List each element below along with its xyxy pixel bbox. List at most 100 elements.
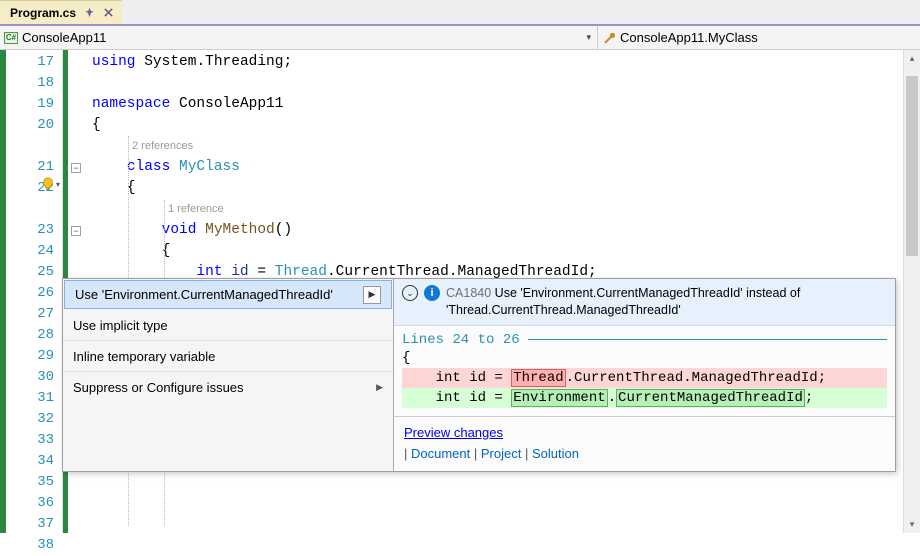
fold-slot bbox=[68, 514, 88, 535]
diff-removed-line: int id = Thread.CurrentThread.ManagedThr… bbox=[402, 368, 887, 388]
line-number: 28 bbox=[6, 325, 62, 346]
line-number: 37 bbox=[6, 514, 62, 535]
quick-actions-menu: Use 'Environment.CurrentManagedThreadId'… bbox=[63, 279, 393, 471]
scroll-up-button[interactable]: ▴ bbox=[904, 50, 920, 67]
line-number bbox=[6, 199, 62, 220]
preview-footer: Preview changes | Document | Project | S… bbox=[394, 416, 895, 471]
vertical-scrollbar[interactable]: ▴ ▾ bbox=[903, 50, 920, 533]
fold-slot: − bbox=[68, 220, 88, 241]
quick-action-label: Suppress or Configure issues bbox=[73, 380, 244, 395]
scope-document-link[interactable]: Document bbox=[411, 446, 470, 461]
chevron-down-circle-icon[interactable]: ⌄ bbox=[402, 285, 418, 301]
fold-slot bbox=[68, 241, 88, 262]
fix-scope-row: | Document | Project | Solution bbox=[404, 446, 885, 461]
fold-slot bbox=[68, 535, 88, 556]
code-line[interactable]: { bbox=[88, 178, 920, 199]
close-icon[interactable] bbox=[103, 7, 114, 18]
codelens-references[interactable]: 2 references bbox=[88, 136, 920, 157]
line-number: 32 bbox=[6, 409, 62, 430]
preview-header: ⌄ i CA1840 Use 'Environment.CurrentManag… bbox=[394, 279, 895, 326]
tab-filename: Program.cs bbox=[10, 6, 76, 20]
expand-preview-button[interactable]: ▶ bbox=[363, 286, 381, 304]
fold-toggle[interactable]: − bbox=[71, 226, 81, 236]
line-number: 31 bbox=[6, 388, 62, 409]
code-line[interactable] bbox=[88, 535, 920, 556]
quick-action-label: Inline temporary variable bbox=[73, 349, 215, 364]
line-number: 17 bbox=[6, 52, 62, 73]
pin-icon[interactable] bbox=[84, 7, 95, 18]
fold-slot bbox=[68, 136, 88, 157]
nav-scope-text: ConsoleApp11 bbox=[22, 30, 106, 45]
fold-slot: − bbox=[68, 157, 88, 178]
line-number: 27 bbox=[6, 304, 62, 325]
line-number: 36 bbox=[6, 493, 62, 514]
line-number: 30 bbox=[6, 367, 62, 388]
line-number-gutter: 1718192021222324252627282930313233343536… bbox=[6, 50, 63, 533]
line-number: 34 bbox=[6, 451, 62, 472]
diff-context: { bbox=[402, 348, 887, 368]
line-number: 38 bbox=[6, 535, 62, 556]
chevron-down-icon: ▾ bbox=[586, 32, 597, 43]
code-line[interactable] bbox=[88, 73, 920, 94]
class-icon bbox=[602, 31, 616, 45]
fold-slot bbox=[68, 493, 88, 514]
scope-solution-link[interactable]: Solution bbox=[532, 446, 579, 461]
preview-diff: Lines 24 to 26 { int id = Thread.Current… bbox=[394, 326, 895, 416]
quick-action-label: Use implicit type bbox=[73, 318, 168, 333]
quick-action-item[interactable]: Use 'Environment.CurrentManagedThreadId'… bbox=[64, 280, 392, 309]
code-line[interactable]: { bbox=[88, 241, 920, 262]
line-number: 20 bbox=[6, 115, 62, 136]
quick-action-item[interactable]: Inline temporary variable bbox=[63, 341, 393, 372]
tab-bar: Program.cs bbox=[0, 0, 920, 26]
submenu-arrow-icon: ▶ bbox=[376, 382, 383, 393]
fold-slot bbox=[68, 199, 88, 220]
quick-action-item[interactable]: Suppress or Configure issues ▶ bbox=[63, 372, 393, 403]
fold-slot bbox=[68, 94, 88, 115]
csharp-file-icon: C# bbox=[4, 32, 18, 44]
fold-slot bbox=[68, 73, 88, 94]
code-line[interactable]: namespace ConsoleApp11 bbox=[88, 94, 920, 115]
line-number: 35 bbox=[6, 472, 62, 493]
line-number bbox=[6, 136, 62, 157]
codelens-references[interactable]: 1 reference bbox=[88, 199, 920, 220]
quick-actions-preview: ⌄ i CA1840 Use 'Environment.CurrentManag… bbox=[393, 279, 895, 471]
lightbulb-icon bbox=[41, 177, 55, 191]
code-line[interactable]: class MyClass bbox=[88, 157, 920, 178]
lightbulb-quick-actions[interactable]: ▾ bbox=[41, 174, 67, 194]
diff-added-line: int id = Environment.CurrentManagedThrea… bbox=[402, 388, 887, 408]
code-line[interactable] bbox=[88, 472, 920, 493]
quick-action-label: Use 'Environment.CurrentManagedThreadId' bbox=[75, 287, 333, 302]
fold-slot bbox=[68, 52, 88, 73]
quick-actions-popup: Use 'Environment.CurrentManagedThreadId'… bbox=[62, 278, 896, 472]
nav-scope-dropdown[interactable]: C# ConsoleApp11 ▾ bbox=[0, 26, 598, 49]
line-number: 18 bbox=[6, 73, 62, 94]
navigation-bar: C# ConsoleApp11 ▾ ConsoleApp11.MyClass bbox=[0, 26, 920, 50]
code-line[interactable] bbox=[88, 514, 920, 535]
nav-class-dropdown[interactable]: ConsoleApp11.MyClass bbox=[598, 26, 758, 49]
preview-range: Lines 24 to 26 bbox=[402, 332, 887, 348]
code-line[interactable]: void MyMethod() bbox=[88, 220, 920, 241]
quick-action-item[interactable]: Use implicit type bbox=[63, 310, 393, 341]
fold-slot bbox=[68, 178, 88, 199]
file-tab[interactable]: Program.cs bbox=[0, 0, 122, 24]
divider-line bbox=[528, 339, 887, 340]
info-icon: i bbox=[424, 285, 440, 301]
line-number: 33 bbox=[6, 430, 62, 451]
fold-toggle[interactable]: − bbox=[71, 163, 81, 173]
line-number: 29 bbox=[6, 346, 62, 367]
scroll-down-button[interactable]: ▾ bbox=[904, 516, 920, 533]
preview-message: CA1840 Use 'Environment.CurrentManagedTh… bbox=[446, 285, 887, 319]
fold-slot bbox=[68, 472, 88, 493]
scope-project-link[interactable]: Project bbox=[481, 446, 521, 461]
line-number: 24 bbox=[6, 241, 62, 262]
code-line[interactable]: using System.Threading; bbox=[88, 52, 920, 73]
scroll-thumb[interactable] bbox=[906, 76, 918, 256]
line-number: 19 bbox=[6, 94, 62, 115]
fold-slot bbox=[68, 115, 88, 136]
preview-changes-link[interactable]: Preview changes bbox=[404, 425, 503, 440]
code-line[interactable]: { bbox=[88, 115, 920, 136]
line-number: 25 bbox=[6, 262, 62, 283]
code-line[interactable] bbox=[88, 493, 920, 514]
nav-class-text: ConsoleApp11.MyClass bbox=[620, 30, 758, 45]
line-number: 26 bbox=[6, 283, 62, 304]
